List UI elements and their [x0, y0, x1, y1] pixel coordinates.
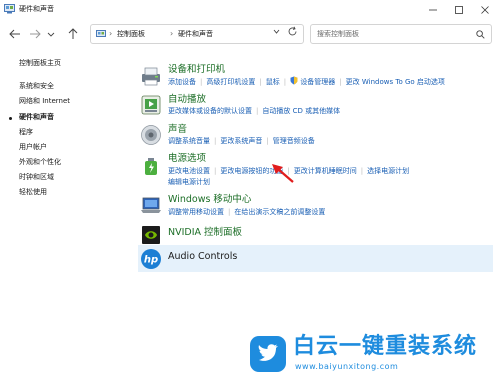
sidebar-item-system-security[interactable]: 系统和安全: [19, 81, 54, 91]
sidebar-item-user-accounts[interactable]: 用户帐户: [19, 142, 47, 152]
sidebar-item-home[interactable]: 控制面板主页: [19, 58, 61, 68]
link-edit-power-plan[interactable]: 编辑电源计划: [168, 178, 210, 186]
control-panel-icon: [96, 30, 106, 37]
breadcrumb-separator-icon: ›: [109, 29, 113, 38]
search-icon: [476, 30, 485, 39]
up-button[interactable]: [66, 26, 80, 40]
category-links: 调整常用移动设置 | 在给出演示文稿之前调整设置: [168, 208, 326, 216]
category-title[interactable]: Windows 移动中心: [168, 194, 251, 206]
sidebar-item-appearance[interactable]: 外观和个性化: [19, 157, 61, 167]
breadcrumb-control-panel[interactable]: 控制面板: [117, 28, 145, 40]
control-panel-icon: [4, 4, 15, 14]
link-presentation-settings[interactable]: 在给出演示文稿之前调整设置: [234, 208, 325, 216]
arrow-right-icon: [30, 29, 41, 39]
category-title[interactable]: Audio Controls: [168, 251, 237, 263]
link-change-media-defaults[interactable]: 更改媒体或设备的默认设置: [168, 107, 252, 115]
printer-icon: [142, 67, 160, 86]
category-title[interactable]: 自动播放: [168, 94, 206, 106]
link-adjust-volume[interactable]: 调整系统音量: [168, 137, 210, 145]
breadcrumb-hardware-sound[interactable]: 硬件和声音: [178, 28, 213, 40]
svg-text:hp: hp: [144, 255, 158, 266]
link-advanced-printer[interactable]: 高级打印机设置: [206, 78, 255, 86]
speaker-icon: [141, 125, 161, 145]
sidebar-item-ease-of-access[interactable]: 轻松使用: [19, 187, 47, 197]
hp-icon: hp: [141, 249, 161, 269]
close-icon: [481, 6, 489, 14]
recent-locations-button[interactable]: [46, 26, 56, 40]
power-options-icon: [145, 158, 157, 175]
link-mobility-settings[interactable]: 调整常用移动设置: [168, 208, 224, 216]
link-battery-settings[interactable]: 更改电池设置: [168, 167, 210, 175]
link-choose-power-plan[interactable]: 选择电源计划: [367, 167, 409, 175]
annotation-arrow-icon: [272, 164, 294, 183]
category-links: 添加设备 | 高级打印机设置 | 鼠标 | 设备管理器 | 更改 Windows To Go …: [168, 76, 445, 86]
category-title[interactable]: 声音: [168, 124, 187, 136]
search-placeholder: 搜索控制面板: [317, 30, 359, 38]
arrow-left-icon: [9, 29, 20, 39]
link-autoplay-cd[interactable]: 自动播放 CD 或其他媒体: [262, 107, 340, 115]
search-input[interactable]: 搜索控制面板: [310, 24, 492, 44]
navigation-bar: › 控制面板 › 硬件和声音 搜索控制面板: [0, 20, 500, 48]
category-links: 更改媒体或设备的默认设置 | 自动播放 CD 或其他媒体: [168, 107, 341, 115]
maximize-button[interactable]: [446, 0, 472, 20]
mobility-center-icon: [141, 197, 161, 213]
window-title: 硬件和声音: [19, 5, 54, 13]
sidebar-item-network[interactable]: 网络和 Internet: [19, 96, 70, 106]
title-bar: 硬件和声音: [0, 0, 500, 20]
sidebar-item-hardware-sound[interactable]: 硬件和声音: [19, 112, 54, 122]
link-sleep-time[interactable]: 更改计算机睡眠时间: [294, 167, 357, 175]
twitter-bird-icon: [250, 336, 286, 372]
watermark: 白云一键重装系统 www.baiyunxitong.com: [244, 332, 500, 377]
back-button[interactable]: [8, 26, 22, 40]
category-title[interactable]: NVIDIA 控制面板: [168, 227, 242, 239]
watermark-title: 白云一键重装系统: [293, 334, 478, 359]
category-links-row2: 编辑电源计划: [168, 177, 210, 187]
category-title[interactable]: 设备和打印机: [168, 64, 225, 76]
link-windows-to-go[interactable]: 更改 Windows To Go 启动选项: [346, 78, 445, 86]
watermark-url: www.baiyunxitong.com: [295, 362, 399, 371]
breadcrumb-separator-icon: ›: [170, 29, 174, 38]
close-button[interactable]: [472, 0, 498, 20]
autoplay-icon: [141, 95, 161, 115]
category-title[interactable]: 电源选项: [168, 153, 206, 165]
chevron-down-icon: [47, 32, 55, 37]
category-links: 调整系统音量 | 更改系统声音 | 管理音频设备: [168, 137, 315, 145]
active-indicator: [9, 117, 12, 120]
minimize-icon: [429, 9, 437, 11]
link-mouse[interactable]: 鼠标: [266, 78, 280, 86]
forward-button[interactable]: [28, 26, 42, 40]
sidebar-item-clock-region[interactable]: 时钟和区域: [19, 172, 54, 182]
link-change-sounds[interactable]: 更改系统声音: [220, 137, 262, 145]
link-device-manager[interactable]: 设备管理器: [300, 78, 335, 86]
shield-icon: [290, 76, 298, 85]
nvidia-icon: [142, 226, 160, 244]
arrow-up-icon: [68, 28, 78, 39]
link-manage-audio[interactable]: 管理音频设备: [273, 137, 315, 145]
maximize-icon: [455, 6, 463, 14]
minimize-button[interactable]: [420, 0, 446, 20]
link-add-device[interactable]: 添加设备: [168, 78, 196, 86]
sidebar-item-programs[interactable]: 程序: [19, 127, 33, 137]
chevron-down-icon[interactable]: [272, 27, 281, 36]
refresh-icon[interactable]: [287, 26, 298, 37]
